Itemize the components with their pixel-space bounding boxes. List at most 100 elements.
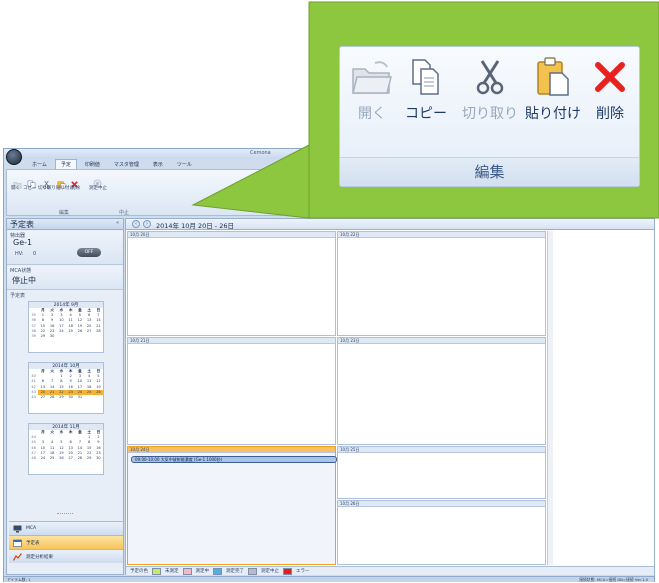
tab-print[interactable]: 印刷値 <box>79 159 106 169</box>
day-header: 10月 24日 <box>128 447 335 453</box>
legend-label: 測定完了 <box>226 569 244 574</box>
calendar-day[interactable]: 27 <box>38 395 47 400</box>
device-section: 特出器 Ge-1 HV: 0 OFF <box>7 231 123 265</box>
nav-item-label: 測定分析結果 <box>26 554 53 560</box>
week-number: 44 <box>31 395 36 400</box>
edit-group-zoom: 開く コピー 切り取り 貼り付け 削除 編集 <box>339 46 640 187</box>
paste-button[interactable]: 貼り付け <box>522 57 584 123</box>
day-cell-sat[interactable]: 10月 25日 <box>337 446 546 499</box>
day-cell-sun[interactable]: 10月 26日 <box>337 500 546 565</box>
sidebar-collapse-button[interactable]: « <box>116 220 119 226</box>
calendar-day[interactable]: 24 <box>38 456 47 461</box>
paste-icon <box>537 57 569 96</box>
week-number: 39 <box>31 334 36 339</box>
legend-swatch <box>152 567 161 575</box>
next-week-button[interactable]: › <box>143 220 151 228</box>
schedule-event[interactable]: 09:00-10:00 大気中放射能濃度 (Ge-1 1000秒) <box>131 456 337 463</box>
calendar-day[interactable]: 28 <box>75 456 84 461</box>
mca-status-label: MCA状態 <box>10 268 32 274</box>
legend-label: 測定中止 <box>261 569 279 574</box>
cut-button[interactable]: 切り取り <box>460 57 520 123</box>
calendar-day <box>85 395 94 400</box>
calendar-day[interactable]: 30 <box>48 334 57 339</box>
legend-bar: 予定の色 未測定 測定中 測定完了 測定中止 エラー <box>126 566 654 575</box>
day-cell-wed[interactable]: 10月 24日 09:00-10:00 大気中放射能濃度 (Ge-1 1000秒… <box>127 446 337 565</box>
scissors-icon <box>476 60 504 95</box>
sidebar: 予定表 « 特出器 Ge-1 HV: 0 OFF MCA状態 停止中 予定表 2… <box>6 218 124 575</box>
legend-label: エラー <box>296 569 310 574</box>
calendar-day[interactable]: 29 <box>85 456 94 461</box>
mini-calendar-grid[interactable]: 月火水木金土日 40 1 2 3 4 5 41 6 7 8 9 10 11 12 42 13 14 15 16 17 18… <box>29 369 103 400</box>
application-menu-button[interactable] <box>6 149 22 165</box>
legend-swatch <box>248 567 257 575</box>
calendar-day <box>75 334 84 339</box>
day-cell-mon[interactable]: 10月 20日 <box>127 231 336 336</box>
day-cell-fri[interactable]: 10月 23日 <box>337 337 546 445</box>
legend-swatch <box>182 567 192 575</box>
mini-calendar-grid[interactable]: 月火水木金土日 44 1 2 45 3 4 5 6 7 8 9 46 10 11 12 13 14 15 16 47 17… <box>29 430 103 461</box>
open-folder-icon <box>352 61 392 94</box>
ribbon-group-edit: 編集 <box>59 210 70 216</box>
nav-item-results[interactable]: 測定分析結果 <box>9 549 123 563</box>
vertical-scrollbar[interactable] <box>547 231 553 565</box>
hv-label: HV: <box>15 251 24 257</box>
calendar-day <box>94 334 103 339</box>
week-calendar: ‹ › 2014年 10月 20日 - 26日 10月 20日 10月 21日 … <box>125 218 655 575</box>
app-window: Cemona ホーム 予定 印刷値 マスタ管理 表示 ツール 開く コピー 切り <box>3 148 655 582</box>
legend-swatch <box>283 567 292 575</box>
calendar-day[interactable]: 27 <box>66 456 75 461</box>
calendar-day[interactable]: 31 <box>75 395 84 400</box>
calendar-day[interactable]: 25 <box>48 456 57 461</box>
legend-label: 未測定 <box>165 569 179 574</box>
delete-button[interactable]: 削除 <box>584 57 636 123</box>
legend-title: 予定の色 <box>130 569 148 574</box>
open-button[interactable]: 開く <box>346 57 398 123</box>
hv-toggle-switch[interactable]: OFF <box>77 248 101 257</box>
calendar-day[interactable]: 30 <box>94 456 103 461</box>
tab-schedule[interactable]: 予定 <box>54 159 77 169</box>
copy-button[interactable]: コピー <box>400 57 452 123</box>
mini-calendar-oct: 2014年 10月 月火水木金土日 40 1 2 3 4 5 41 6 7 8 9 10 11 12 42 13… <box>28 362 104 414</box>
mini-calendar-grid[interactable]: 月火水木金土日 35 1 2 3 4 5 6 7 36 8 9 10 11 12 13 14 37 15 16 17 18… <box>29 308 103 339</box>
calendar-day <box>57 334 66 339</box>
schedule-label: 予定表 <box>10 293 26 299</box>
day-header: 10月 21日 <box>128 338 335 344</box>
ribbon-delete-label: 削除 <box>71 186 80 191</box>
day-cell-thu[interactable]: 10月 22日 <box>337 231 546 336</box>
ribbon-group-stop: 中止 <box>119 210 130 216</box>
legend-label: 測定中 <box>195 569 210 574</box>
ribbon-cut-label: 切り取り <box>38 186 56 191</box>
prev-week-button[interactable]: ‹ <box>132 220 140 228</box>
tab-view[interactable]: 表示 <box>147 159 169 169</box>
tab-master[interactable]: マスタ管理 <box>108 159 145 169</box>
week-number: 48 <box>31 456 36 461</box>
day-cell-tue[interactable]: 10月 21日 <box>127 337 336 445</box>
calendar-day <box>66 334 75 339</box>
calendar-day <box>94 395 103 400</box>
day-header: 10月 23日 <box>338 338 545 344</box>
day-header: 10月 26日 <box>338 501 545 507</box>
calendar-day <box>85 334 94 339</box>
copy-icon <box>412 59 439 95</box>
calendar-day[interactable]: 28 <box>48 395 57 400</box>
monitor-icon <box>13 525 22 532</box>
delete-x-icon <box>595 62 625 92</box>
calendar-day[interactable]: 29 <box>38 334 47 339</box>
calendar-day[interactable]: 30 <box>66 395 75 400</box>
open-label: 開く <box>358 106 386 122</box>
tab-home[interactable]: ホーム <box>26 159 53 169</box>
tab-tools[interactable]: ツール <box>171 159 198 169</box>
mini-calendar-sep: 2014年 9月 月火水木金土日 35 1 2 3 4 5 6 7 36 8 9 10 11 12 13 14 3… <box>28 301 104 353</box>
window-title: Cemona <box>250 150 271 156</box>
ribbon-open-label: 開く <box>11 186 20 191</box>
calendar-day[interactable]: 26 <box>57 456 66 461</box>
ribbon-copy-label: コピー <box>23 186 37 191</box>
nav-item-schedule[interactable]: 予定表 <box>9 535 123 549</box>
edit-group-label: 編集 <box>340 157 639 186</box>
ribbon-stop-label: 測定中止 <box>89 186 107 191</box>
day-header: 10月 25日 <box>338 447 545 453</box>
status-right: 接続状態: MCA=接続 DB=接続 Ver.1.0 <box>579 577 648 582</box>
nav-item-mca[interactable]: MCA <box>9 521 123 535</box>
splitter-grip[interactable] <box>57 513 73 515</box>
calendar-day[interactable]: 29 <box>57 395 66 400</box>
